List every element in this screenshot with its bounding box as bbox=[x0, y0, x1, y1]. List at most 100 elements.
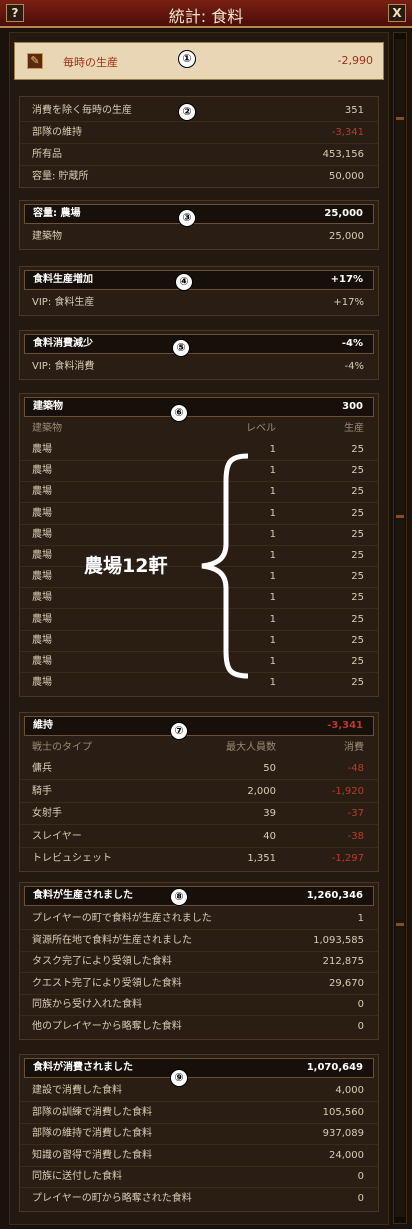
building-level: 1 bbox=[269, 550, 276, 561]
help-button[interactable]: ? bbox=[6, 4, 24, 22]
badge-2: ② bbox=[178, 103, 196, 121]
building-production: 25 bbox=[351, 507, 364, 519]
food-icon: ✎ bbox=[27, 53, 43, 69]
upkeep-max: 40 bbox=[263, 830, 276, 842]
capacity-row: 建築物 25,000 bbox=[20, 226, 378, 248]
column-level: レベル bbox=[246, 423, 276, 434]
produced-label: 同族から受け入れた食料 bbox=[32, 999, 142, 1010]
produced-row: 同族から受け入れた食料 0 bbox=[20, 994, 378, 1016]
buildings-header-label: 建築物 bbox=[33, 401, 63, 412]
badge-3: ③ bbox=[178, 209, 196, 227]
buildings-header: 建築物 300 bbox=[24, 397, 374, 417]
building-name: 農場 bbox=[32, 592, 52, 604]
decrease-label: VIP: 食料消費 bbox=[32, 361, 95, 372]
building-level: 1 bbox=[269, 444, 276, 455]
building-production: 25 bbox=[351, 486, 364, 498]
brace-icon bbox=[201, 453, 249, 679]
building-level: 1 bbox=[269, 507, 276, 519]
close-button[interactable]: X bbox=[388, 4, 406, 22]
increase-label: VIP: 食料生産 bbox=[32, 297, 95, 308]
column-consumption: 消費 bbox=[344, 742, 364, 753]
building-level: 1 bbox=[269, 677, 276, 689]
building-name: 農場 bbox=[32, 550, 52, 561]
building-level: 1 bbox=[269, 486, 276, 498]
building-production: 25 bbox=[351, 444, 364, 455]
produced-label: 資源所在地で食料が生産されました bbox=[32, 934, 192, 946]
increase-row: VIP: 食料生産 +17% bbox=[20, 292, 378, 314]
building-name: 農場 bbox=[32, 465, 52, 477]
upkeep-max: 50 bbox=[263, 763, 276, 774]
upkeep-consumption: -48 bbox=[347, 763, 364, 774]
produced-value: 1,093,585 bbox=[313, 934, 364, 946]
window-title: 統計: 食料 bbox=[168, 7, 244, 26]
decrease-header-label: 食料消費減少 bbox=[33, 338, 93, 349]
decrease-row: VIP: 食料消費 -4% bbox=[20, 356, 378, 378]
upkeep-max: 2,000 bbox=[247, 785, 276, 797]
produced-value: 29,670 bbox=[329, 977, 364, 989]
building-level: 1 bbox=[269, 613, 276, 625]
production-increase-panel: 食料生産増加 +17% VIP: 食料生産 +17% bbox=[19, 266, 379, 316]
building-production: 25 bbox=[351, 528, 364, 540]
produced-row: 他のプレイヤーから略奪した食料 0 bbox=[20, 1016, 378, 1038]
hourly-production-label: 毎時の生産 bbox=[63, 56, 118, 69]
consumed-value: 0 bbox=[357, 1171, 364, 1182]
consumed-row: 建設で消費した食料 4,000 bbox=[20, 1080, 378, 1102]
summary-value: 50,000 bbox=[329, 171, 364, 182]
consumed-row: プレイヤーの町から略奪された食料 0 bbox=[20, 1188, 378, 1210]
column-unit-type: 戦士のタイプ bbox=[32, 742, 92, 753]
decrease-header: 食料消費減少 -4% bbox=[24, 334, 374, 354]
produced-label: プレイヤーの町で食料が生産されました bbox=[32, 913, 212, 924]
building-production: 25 bbox=[351, 613, 364, 625]
produced-value: 0 bbox=[357, 999, 364, 1010]
building-name: 農場 bbox=[32, 507, 52, 519]
summary-label: 容量: 貯蔵所 bbox=[32, 171, 89, 182]
scrollbar-thumb[interactable] bbox=[395, 39, 405, 1217]
building-level: 1 bbox=[269, 656, 276, 667]
upkeep-max: 39 bbox=[263, 808, 276, 819]
summary-row: 消費を除く毎時の生産 351 bbox=[20, 100, 378, 122]
produced-row: クエスト完了により受領した食料 29,670 bbox=[20, 973, 378, 995]
consumed-value: 937,089 bbox=[322, 1128, 364, 1139]
consumed-label: 部隊の訓練で消費した食料 bbox=[32, 1106, 152, 1118]
building-production: 25 bbox=[351, 571, 364, 583]
consumed-row: 部隊の維持で消費した食料 937,089 bbox=[20, 1123, 378, 1145]
badge-1: ① bbox=[178, 50, 196, 68]
building-production: 25 bbox=[351, 550, 364, 561]
scroll-marker bbox=[396, 923, 404, 926]
upkeep-header-value: -3,341 bbox=[327, 720, 363, 731]
produced-header-value: 1,260,346 bbox=[306, 890, 363, 901]
consumed-header-value: 1,070,649 bbox=[306, 1062, 363, 1073]
upkeep-consumption: -37 bbox=[347, 808, 364, 819]
capacity-value: 25,000 bbox=[329, 231, 364, 242]
consumed-label: 部隊の維持で消費した食料 bbox=[32, 1128, 152, 1139]
produced-panel: 食料が生産されました 1,260,346 プレイヤーの町で食料が生産されました 1… bbox=[19, 882, 379, 1040]
increase-header-value: +17% bbox=[330, 274, 363, 285]
badge-5: ⑤ bbox=[172, 339, 190, 357]
summary-label: 所有品 bbox=[32, 149, 62, 160]
produced-header-label: 食料が生産されました bbox=[33, 890, 133, 901]
building-production: 25 bbox=[351, 592, 364, 604]
building-production: 25 bbox=[351, 656, 364, 667]
building-production: 25 bbox=[351, 465, 364, 477]
buildings-header-value: 300 bbox=[342, 401, 363, 412]
summary-label: 消費を除く毎時の生産 bbox=[32, 105, 132, 116]
scroll-marker bbox=[396, 515, 404, 518]
upkeep-type: トレビュシェット bbox=[32, 853, 112, 864]
produced-row: プレイヤーの町で食料が生産されました 1 bbox=[20, 908, 378, 930]
scroll-marker bbox=[396, 117, 404, 120]
badge-9: ⑨ bbox=[170, 1069, 188, 1087]
produced-row: 資源所在地で食料が生産されました 1,093,585 bbox=[20, 930, 378, 952]
building-level: 1 bbox=[269, 465, 276, 477]
building-name: 農場 bbox=[32, 613, 52, 625]
summary-value: 351 bbox=[344, 105, 364, 116]
consumed-row: 知識の習得で消費した食料 24,000 bbox=[20, 1145, 378, 1167]
upkeep-header-label: 維持 bbox=[33, 720, 53, 731]
upkeep-row: 傭兵 50 -48 bbox=[20, 758, 378, 780]
capacity-label: 建築物 bbox=[32, 231, 62, 242]
building-level: 1 bbox=[269, 634, 276, 646]
consumption-decrease-panel: 食料消費減少 -4% VIP: 食料消費 -4% bbox=[19, 330, 379, 380]
upkeep-type: 騎手 bbox=[32, 785, 52, 797]
consumed-panel: 食料が消費されました 1,070,649 建設で消費した食料 4,000 部隊の訓練… bbox=[19, 1054, 379, 1212]
scrollbar[interactable] bbox=[393, 32, 407, 1224]
upkeep-type: スレイヤー bbox=[32, 830, 82, 842]
